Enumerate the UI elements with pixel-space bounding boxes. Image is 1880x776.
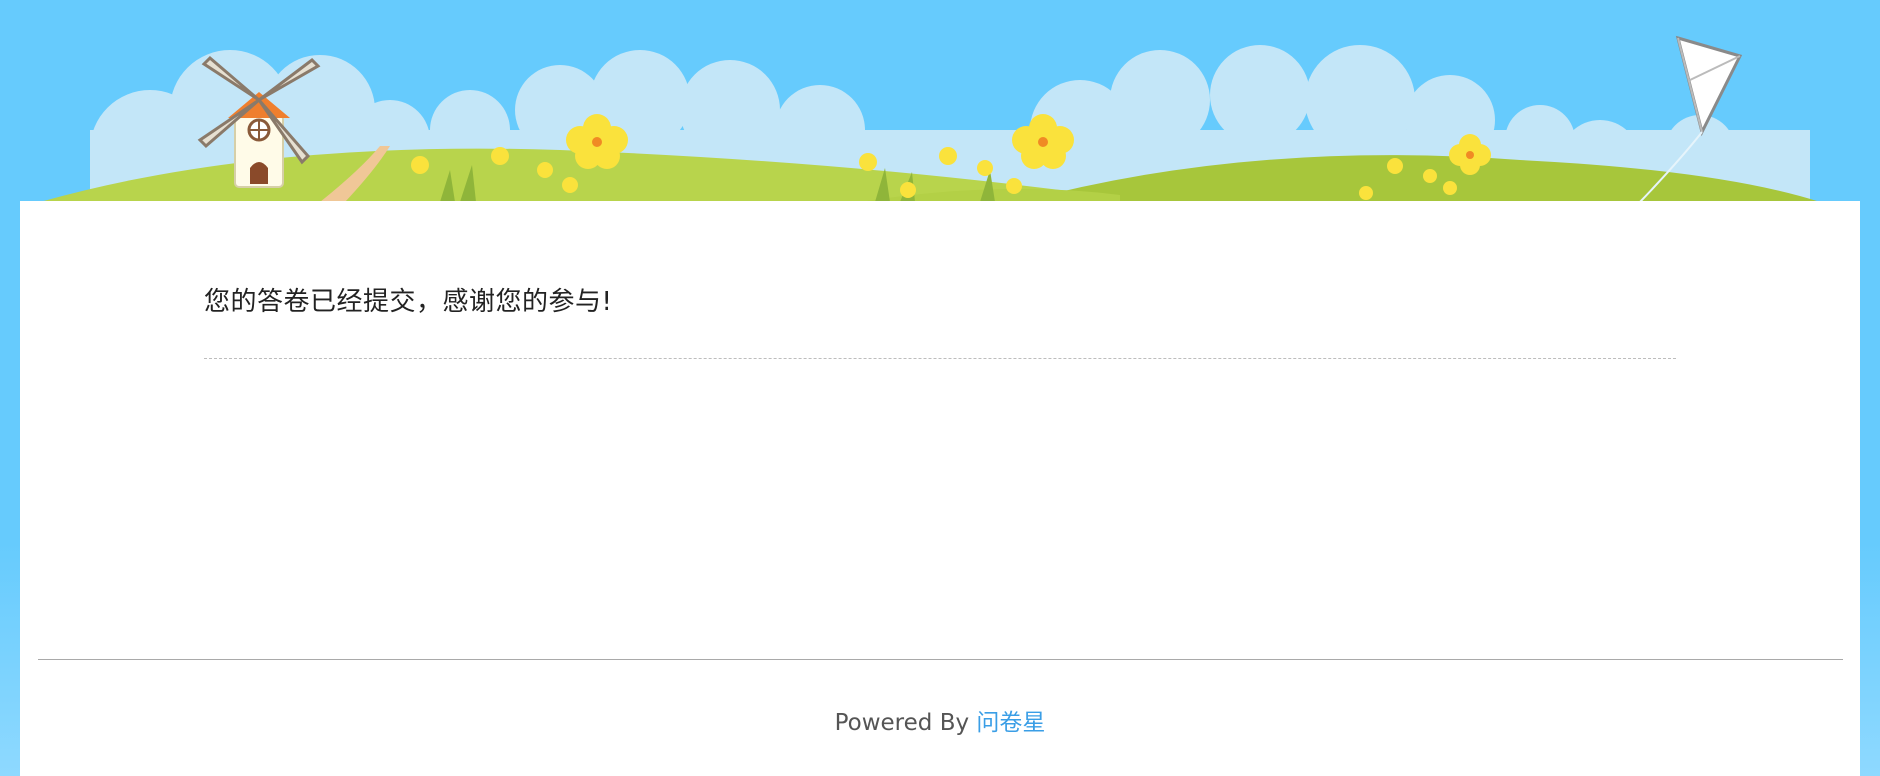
confirmation-card: 您的答卷已经提交，感谢您的参与! Powered By 问卷星	[20, 201, 1860, 776]
dashed-divider	[204, 358, 1676, 359]
header-banner	[0, 0, 1880, 202]
footer-divider	[38, 659, 1843, 660]
submission-confirmation-message: 您的答卷已经提交，感谢您的参与!	[204, 287, 613, 317]
brand-link[interactable]: 问卷星	[976, 710, 1045, 736]
footer: Powered By 问卷星	[20, 703, 1860, 737]
powered-by-text: Powered By	[834, 710, 977, 736]
banner-scene	[40, 35, 1820, 202]
